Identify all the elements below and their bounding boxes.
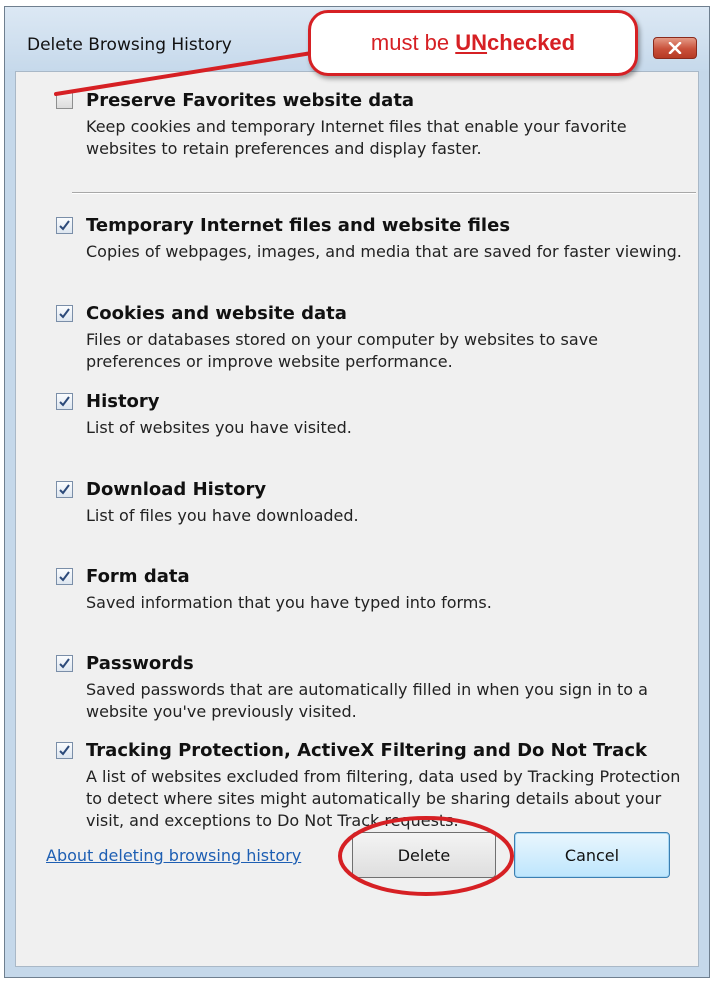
checkmark-icon: [59, 484, 70, 495]
checkmark-icon: [59, 745, 70, 756]
checkbox-download-history[interactable]: [56, 481, 73, 498]
checkbox-preserve-favorites[interactable]: [56, 92, 73, 109]
close-icon: [668, 42, 682, 54]
option-description: Copies of webpages, images, and media th…: [86, 242, 682, 261]
option-label: History: [86, 391, 160, 412]
callout-suffix: checked: [487, 30, 576, 55]
delete-button[interactable]: Delete: [352, 832, 496, 878]
checkmark-icon: [59, 571, 70, 582]
option-label: Form data: [86, 566, 190, 587]
checkbox-history[interactable]: [56, 393, 73, 410]
close-button[interactable]: [653, 37, 697, 59]
window-title: Delete Browsing History: [27, 35, 232, 55]
option-description: Saved information that you have typed in…: [86, 593, 492, 612]
checkbox-passwords[interactable]: [56, 655, 73, 672]
option-description: Keep cookies and temporary Internet file…: [86, 117, 627, 158]
option-description: A list of websites excluded from filteri…: [86, 767, 681, 830]
option-description: List of websites you have visited.: [86, 418, 352, 437]
option-description: Files or databases stored on your comput…: [86, 330, 599, 371]
option-label: Cookies and website data: [86, 303, 347, 324]
option-label: Preserve Favorites website data: [86, 90, 415, 111]
option-description: List of files you have downloaded.: [86, 506, 359, 525]
option-label: Tracking Protection, ActiveX Filtering a…: [86, 740, 647, 761]
separator: [72, 192, 696, 194]
checkmark-icon: [59, 220, 70, 231]
annotation-callout: must be UN checked: [308, 10, 638, 76]
checkbox-cookies[interactable]: [56, 305, 73, 322]
option-label: Temporary Internet files and website fil…: [86, 215, 511, 236]
checkbox-tracking-protection[interactable]: [56, 742, 73, 759]
option-description: Saved passwords that are automatically f…: [86, 680, 648, 721]
option-label: Passwords: [86, 653, 194, 674]
checkbox-temporary-internet-files[interactable]: [56, 217, 73, 234]
callout-emphasis: UN: [455, 30, 488, 55]
option-label: Download History: [86, 479, 267, 500]
checkmark-icon: [59, 658, 70, 669]
checkbox-form-data[interactable]: [56, 568, 73, 585]
checkmark-icon: [59, 396, 70, 407]
about-deleting-history-link[interactable]: About deleting browsing history: [46, 846, 301, 865]
checkmark-icon: [59, 308, 70, 319]
callout-prefix: must be: [370, 30, 456, 55]
cancel-button[interactable]: Cancel: [514, 832, 670, 878]
